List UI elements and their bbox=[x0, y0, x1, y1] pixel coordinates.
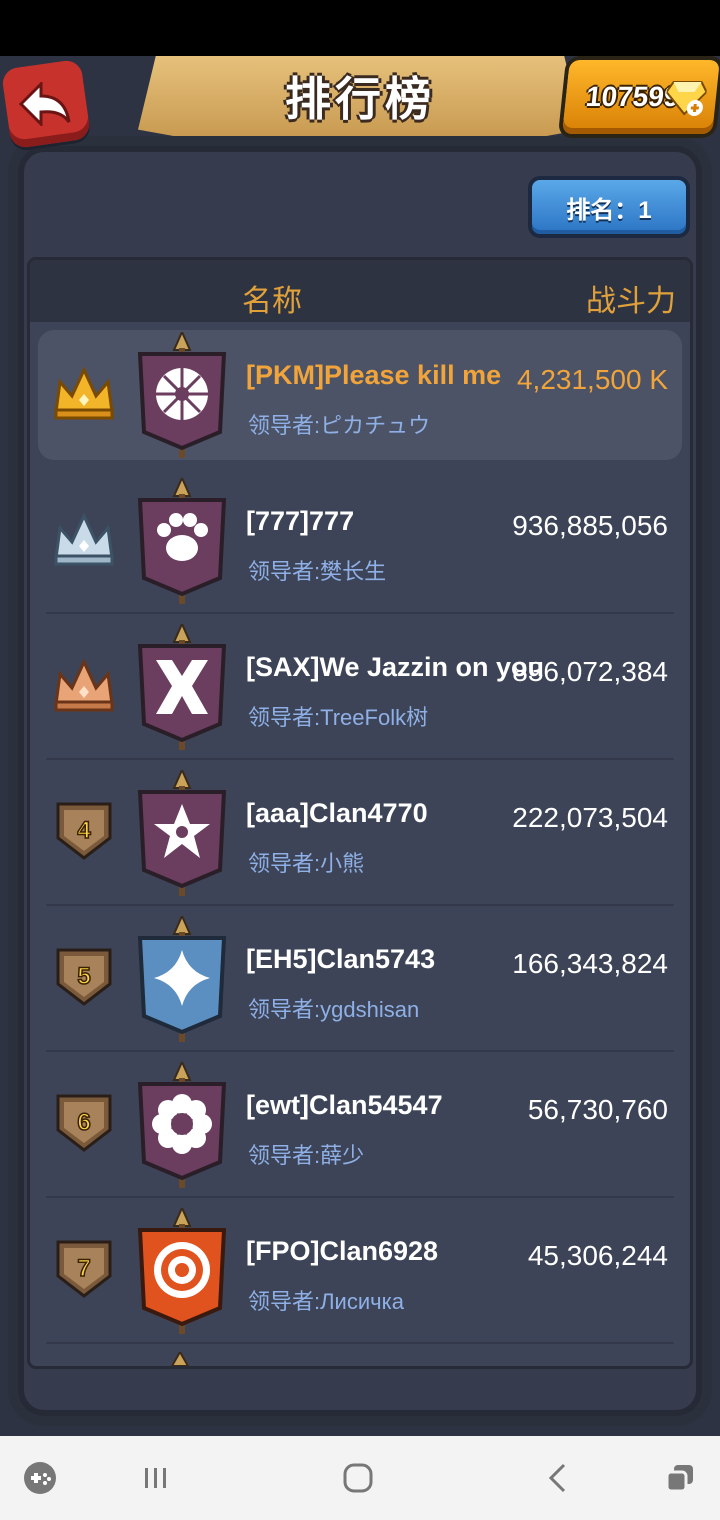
clan-leader: 领导者:TreeFolk树 bbox=[248, 705, 429, 730]
clan-leader: 领导者:Лисичка bbox=[248, 1289, 404, 1314]
gold-crown-icon bbox=[54, 366, 114, 420]
status-bar bbox=[0, 0, 720, 56]
title-banner: 排行榜 bbox=[138, 56, 582, 136]
rank-shield-icon: 4 bbox=[56, 802, 112, 860]
home-icon bbox=[343, 1463, 373, 1493]
table-row[interactable]: [PKM]Please kill me 领导者:ピカチュウ 4,231,500 … bbox=[38, 330, 682, 460]
paw-banner-icon bbox=[137, 478, 227, 604]
row-divider bbox=[46, 612, 674, 614]
clan-power: 836,072,384 bbox=[512, 656, 668, 687]
rank-shield-icon: 6 bbox=[56, 1094, 112, 1152]
game-tools-button[interactable] bbox=[20, 1458, 60, 1498]
silver-crown-icon bbox=[54, 512, 114, 566]
table-row[interactable]: 7 [FPO]Clan6928 领导者:Лисичка 45,306,244 bbox=[38, 1206, 682, 1344]
target-banner-icon bbox=[137, 1208, 227, 1334]
clan-name: [ewt]Clan54547 bbox=[246, 1090, 443, 1120]
clan-leader: 领导者:薛少 bbox=[248, 1143, 365, 1168]
home-button[interactable] bbox=[338, 1458, 378, 1498]
leaderboard-panel: 名称 战斗力 [PKM]Please kill me 领导者:ピカチュウ 4,2… bbox=[30, 260, 690, 1366]
clan-power: 45,306,244 bbox=[527, 1240, 668, 1271]
my-rank-button[interactable]: 排名：1 bbox=[532, 180, 686, 234]
clan-name: [SAX]We Jazzin on you bbox=[246, 652, 545, 682]
rank-number: 7 bbox=[77, 1255, 90, 1282]
clan-leader: 领导者:小熊 bbox=[248, 851, 365, 876]
star-banner-icon bbox=[137, 770, 227, 896]
leaderboard-screen: 排行榜 107599 排名：1 名称 战斗力 [PKM]Please kill … bbox=[0, 56, 720, 1436]
recents-icon bbox=[145, 1468, 166, 1488]
clan-leader: 领导者:樊长生 bbox=[248, 559, 387, 584]
sunburst-banner-icon bbox=[137, 332, 227, 458]
chevron-left-icon bbox=[548, 1463, 566, 1493]
rank-shield-icon: 5 bbox=[56, 948, 112, 1006]
rank-number: 6 bbox=[77, 1109, 90, 1136]
table-row[interactable]: 6 [ewt]Clan54547 领导者:薛少 56,730,760 bbox=[38, 1060, 682, 1198]
row-divider bbox=[46, 758, 674, 760]
row-divider bbox=[46, 1050, 674, 1052]
diamond-banner-icon bbox=[137, 916, 227, 1042]
my-rank-label: 排名：1 bbox=[566, 196, 652, 224]
clan-name: [PKM]Please kill me bbox=[246, 360, 502, 390]
diamond-plus-icon bbox=[665, 81, 708, 116]
x-banner-icon bbox=[137, 624, 227, 750]
table-header: 名称 战斗力 bbox=[30, 260, 690, 322]
recents-button[interactable] bbox=[136, 1458, 176, 1498]
clan-leader: 领导者:ピカチュウ bbox=[248, 413, 431, 438]
back-button[interactable] bbox=[0, 58, 92, 150]
multiwindow-icon bbox=[665, 1465, 693, 1493]
clan-name: [777]777 bbox=[246, 506, 355, 536]
clan-power: 56,730,760 bbox=[527, 1094, 668, 1125]
clan-power: 166,343,824 bbox=[512, 948, 668, 979]
column-header-name: 名称 bbox=[242, 285, 302, 318]
android-nav-bar bbox=[0, 1436, 720, 1520]
gamepad-icon bbox=[24, 1462, 56, 1494]
table-row[interactable]: [777]777 领导者:樊长生 936,885,056 bbox=[38, 476, 682, 614]
clan-name: [FPO]Clan6928 bbox=[246, 1236, 439, 1266]
rank-number: 5 bbox=[77, 963, 90, 990]
column-header-power: 战斗力 bbox=[586, 285, 676, 318]
table-row[interactable]: 5 [EH5]Clan5743 领导者:ygdshisan 166,343,82… bbox=[38, 914, 682, 1052]
bronze-crown-icon bbox=[54, 658, 114, 712]
rank-shield-icon: 7 bbox=[56, 1240, 112, 1298]
row-divider bbox=[46, 904, 674, 906]
gem-counter[interactable]: 107599 bbox=[562, 60, 720, 134]
back-arrow-icon bbox=[19, 82, 71, 126]
row-divider bbox=[46, 1196, 674, 1198]
back-nav-button[interactable] bbox=[538, 1458, 578, 1498]
table-row[interactable]: [SAX]We Jazzin on you 领导者:TreeFolk树 836,… bbox=[38, 622, 682, 760]
rank-number: 4 bbox=[77, 817, 91, 844]
row-divider bbox=[46, 1342, 674, 1344]
clan-power: 4,231,500 K bbox=[516, 364, 668, 395]
clan-power: 222,073,504 bbox=[512, 802, 668, 833]
clan-power: 936,885,056 bbox=[512, 510, 668, 541]
table-row[interactable]: 4 [aaa]Clan4770 领导者:小熊 222,073,504 bbox=[38, 768, 682, 906]
clan-name: [aaa]Clan4770 bbox=[246, 798, 428, 828]
multiwindow-button[interactable] bbox=[660, 1458, 700, 1498]
page-title: 排行榜 bbox=[285, 73, 435, 125]
next-banner-tip-icon bbox=[170, 1352, 190, 1366]
clan-leader: 领导者:ygdshisan bbox=[248, 997, 420, 1022]
flower-banner-icon bbox=[137, 1062, 227, 1188]
clan-name: [EH5]Clan5743 bbox=[246, 944, 436, 974]
